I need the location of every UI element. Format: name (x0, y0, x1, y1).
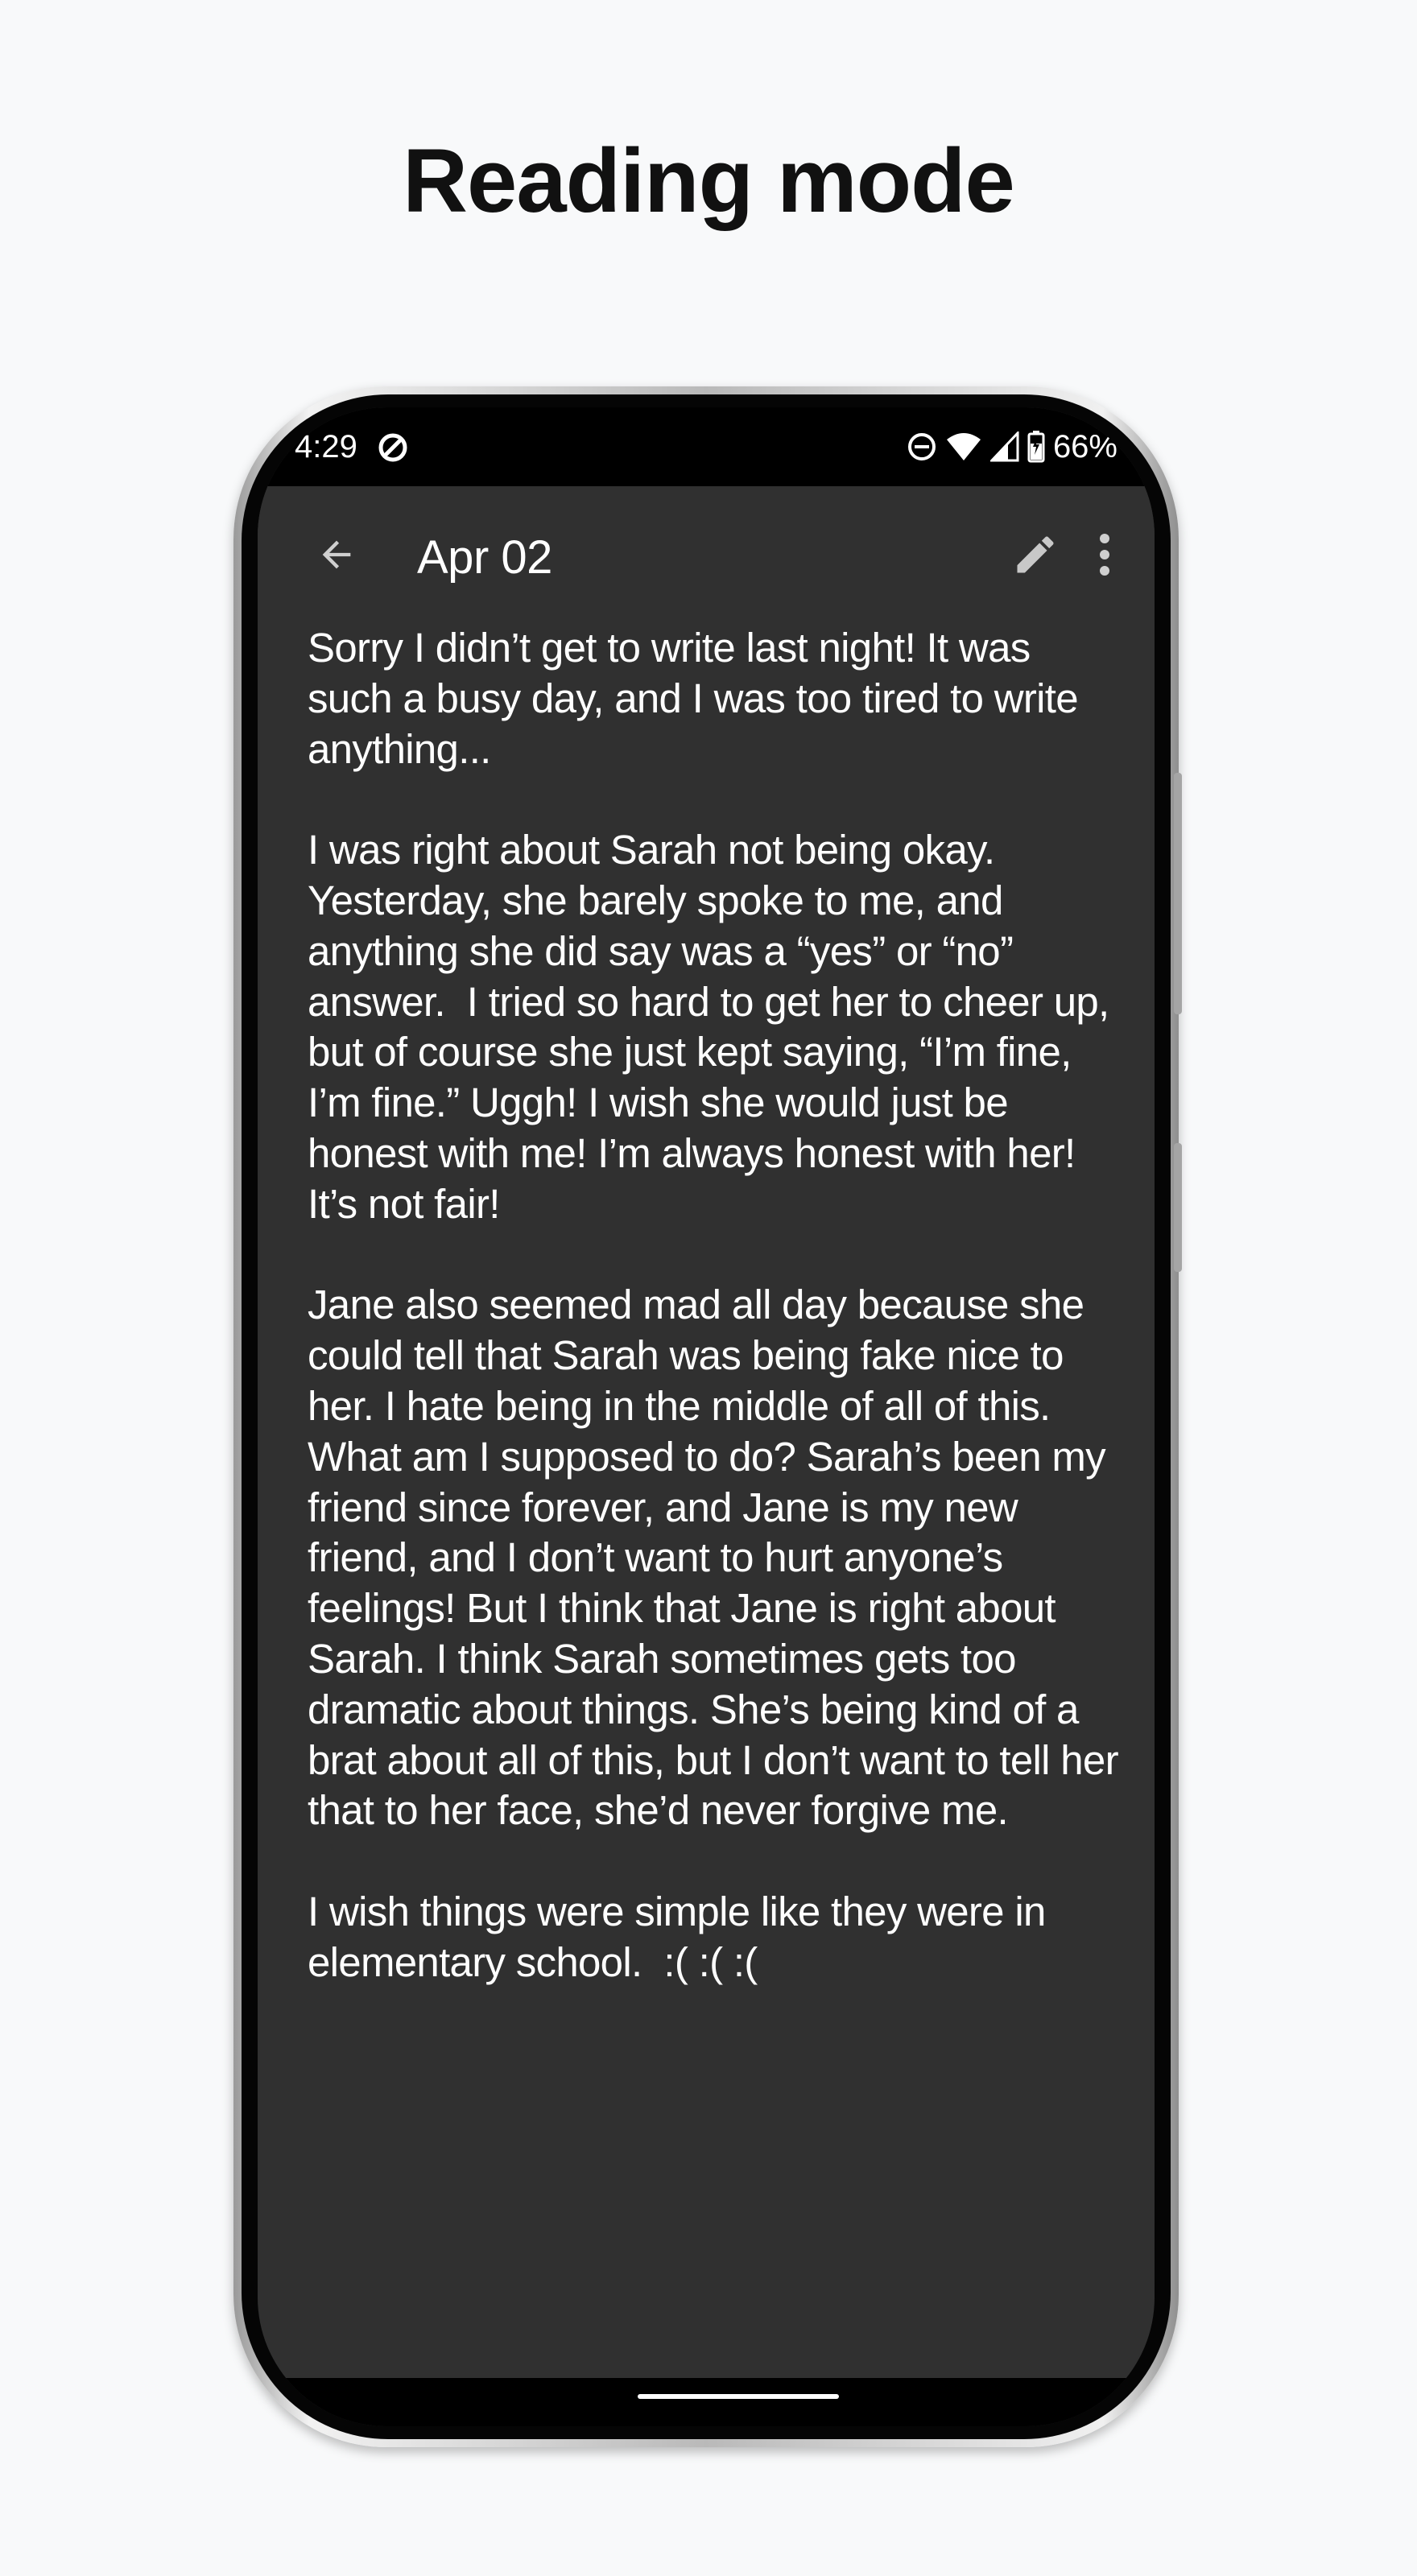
navigation-bar (258, 2378, 1155, 2426)
edit-button[interactable] (997, 516, 1074, 593)
entry-date-title: Apr 02 (417, 531, 552, 584)
power-button (1174, 773, 1182, 1014)
wifi-icon (946, 433, 981, 460)
entry-paragraph: Jane also seemed mad all day because she… (308, 1282, 1130, 1834)
more-vert-icon (1100, 534, 1109, 576)
entry-paragraph: Sorry I didn’t get to write last night! … (308, 625, 1089, 772)
entry-paragraph: I wish things were simple like they were… (308, 1888, 1057, 1985)
promo-title: Reading mode (403, 130, 1015, 231)
phone-screen: 4:29 66% Apr 02 Sorry I didn’t get to wr… (258, 407, 1155, 2426)
home-gesture-handle[interactable] (638, 2394, 839, 2399)
back-button[interactable] (298, 516, 375, 593)
sync-icon (378, 433, 407, 462)
entry-body: Sorry I didn’t get to write last night! … (308, 623, 1121, 2038)
volume-button (1174, 1143, 1182, 1272)
pencil-icon (1017, 536, 1054, 573)
status-time: 4:29 (295, 429, 357, 464)
arrow-back-icon (322, 540, 351, 569)
status-bar: 4:29 66% (258, 407, 1155, 486)
phone-frame: 4:29 66% Apr 02 Sorry I didn’t get to wr… (233, 386, 1182, 2447)
battery-percentage: 66% (1052, 429, 1117, 464)
app-bar: Apr 02 (258, 486, 1155, 623)
battery-icon (1027, 431, 1045, 463)
entry-paragraph: I was right about Sarah not being okay. … (308, 827, 1120, 1227)
cell-signal-icon (989, 431, 1019, 462)
status-icons: 66% (899, 425, 1117, 469)
do-not-disturb-icon (907, 433, 936, 460)
more-options-button[interactable] (1079, 516, 1130, 593)
